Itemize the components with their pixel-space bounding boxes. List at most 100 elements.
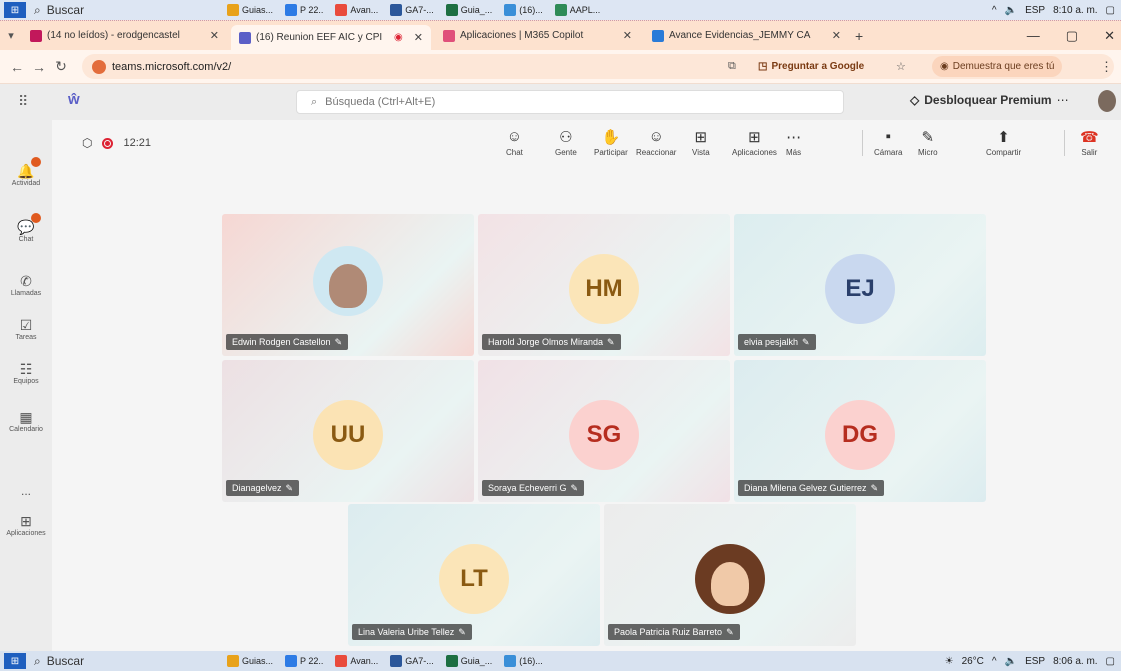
react-button[interactable]: ☺ Reaccionar [636, 128, 676, 157]
taskbar-search[interactable]: ⌕ Buscar [34, 654, 184, 669]
rail-item-label: ... [20, 484, 31, 498]
rail-item-chat[interactable]: 💬 Chat [0, 213, 52, 243]
taskbar-app[interactable]: (16)... [501, 653, 546, 669]
mic-off-icon: ✎ [802, 336, 810, 347]
taskbar-app[interactable]: AAPL... [552, 2, 604, 18]
browser-tab[interactable]: (14 no leídos) - erodgencastel ✕ [22, 25, 227, 47]
taskbar-apps: Guias... P 22.. Avan... GA7-... Guia_... (16)… [224, 2, 603, 18]
notifications-icon[interactable]: ▢ [1106, 656, 1115, 667]
taskbar-app[interactable]: (16)... [501, 2, 546, 18]
taskbar-app[interactable]: Avan... [332, 2, 381, 18]
chevron-up-icon[interactable]: ^ [992, 5, 997, 16]
weather-icon[interactable]: ☀ [945, 656, 954, 667]
browser-tab[interactable]: Aplicaciones | M365 Copilot ✕ [435, 25, 640, 47]
forward-icon[interactable]: → [28, 59, 50, 75]
view-button[interactable]: ⊞ Vista [692, 128, 710, 157]
taskbar-app-label: GA7-... [405, 656, 434, 666]
close-tab-icon[interactable]: ✕ [414, 31, 423, 44]
rail-item-teams[interactable]: ☷ Equipos [0, 360, 52, 386]
notifications-icon[interactable]: ▢ [1106, 5, 1115, 16]
taskbar-app[interactable]: P 22.. [282, 2, 326, 18]
browser-menu-icon[interactable]: ⋮ [1100, 59, 1113, 75]
rail-item-more[interactable]: ... [0, 466, 52, 498]
more-icon[interactable]: ⋯ [1057, 93, 1069, 107]
site-info-icon[interactable] [92, 59, 106, 74]
participant-tile[interactable]: EJ elvia pesjalkh ✎ [734, 214, 986, 356]
clock[interactable]: 8:06 a. m. [1053, 656, 1097, 667]
participant-name: Harold Jorge Olmos Miranda [488, 337, 604, 347]
people-button[interactable]: ⚇ Gente [555, 128, 577, 157]
leave-button[interactable]: ☎ Salir [1080, 128, 1099, 157]
windows-start-icon[interactable]: ⊞ [4, 2, 26, 18]
taskbar-app[interactable]: Guias... [224, 2, 276, 18]
camera-button[interactable]: ▪ Cámara [874, 128, 902, 157]
more-button[interactable]: ⋯ Más [786, 128, 801, 157]
maximize-icon[interactable]: ▢ [1066, 28, 1078, 44]
minimize-icon[interactable]: — [1027, 28, 1040, 44]
rail-item-calendar[interactable]: ▦ Calendario [0, 408, 52, 434]
participant-tile[interactable]: LT Lina Valeria Uribe Tellez ✎ [348, 504, 600, 646]
taskbar-app[interactable]: GA7-... [387, 653, 437, 669]
participant-tile[interactable]: DG Diana Milena Gelvez Gutierrez ✎ [734, 360, 986, 502]
participant-tile[interactable]: Edwin Rodgen Castellon ✎ [222, 214, 474, 356]
rail-item-apps[interactable]: ⊞ Aplicaciones [0, 512, 52, 538]
rail-item-tasks[interactable]: ☑ Tareas [0, 316, 52, 342]
mic-off-icon: ✎ [458, 626, 466, 637]
participant-tile[interactable]: Paola Patricia Ruiz Barreto ✎ [604, 504, 856, 646]
tool-label: Más [786, 148, 802, 157]
rail-item-bell[interactable]: 🔔 Actividad [0, 157, 52, 187]
taskbar-app[interactable]: Guia_... [443, 2, 496, 18]
browser-tab[interactable]: Avance Evidencias_JEMMY CA ✕ [644, 25, 849, 47]
clock[interactable]: 8:10 a. m. [1053, 5, 1097, 16]
volume-icon[interactable]: 🔈 [1005, 656, 1017, 667]
chevron-up-icon[interactable]: ^ [992, 656, 997, 667]
raise-hand-button[interactable]: ✋ Participar [594, 128, 628, 157]
user-avatar[interactable] [1098, 90, 1116, 112]
language-indicator[interactable]: ESP [1025, 656, 1045, 667]
taskbar-app-label: (16)... [519, 5, 543, 15]
participant-avatar: LT [439, 544, 509, 614]
taskbar-app[interactable]: Guia_... [443, 653, 496, 669]
cast-icon[interactable]: ⧉ [728, 60, 736, 73]
taskbar-app[interactable]: P 22.. [282, 653, 326, 669]
close-icon[interactable]: ✕ [1104, 28, 1115, 44]
unlock-premium-button[interactable]: ◇ Desbloquear Premium ⋯ [910, 93, 1069, 107]
back-icon[interactable]: ← [6, 59, 28, 75]
participant-name-tag: Soraya Echeverri G ✎ [482, 480, 585, 496]
participant-tile[interactable]: HM Harold Jorge Olmos Miranda ✎ [478, 214, 730, 356]
participant-tile[interactable]: SG Soraya Echeverri G ✎ [478, 360, 730, 502]
teams-icon: ☷ [19, 360, 33, 377]
teams-search-input[interactable]: ⌕ Búsqueda (Ctrl+Alt+E) [296, 90, 844, 114]
close-tab-icon[interactable]: ✕ [832, 29, 841, 42]
ask-google-button[interactable]: ◳ Preguntar a Google [750, 56, 872, 77]
app-icon [445, 4, 458, 16]
taskbar-search[interactable]: ⌕ Buscar [34, 3, 184, 18]
close-tab-icon[interactable]: ✕ [623, 29, 632, 42]
app-launcher-icon[interactable]: ⠿ [18, 93, 28, 110]
chat-button[interactable]: ☺ Chat [506, 128, 523, 157]
close-tab-icon[interactable]: ✕ [210, 29, 219, 42]
share-button[interactable]: ⬆ Compartir [986, 128, 1021, 157]
taskbar-app[interactable]: Avan... [332, 653, 381, 669]
participant-tile[interactable]: UU Dianagelvez ✎ [222, 360, 474, 502]
volume-icon[interactable]: 🔈 [1005, 5, 1017, 16]
reload-icon[interactable]: ↻ [50, 58, 72, 75]
new-tab-button[interactable]: + [855, 28, 863, 44]
weather-temp[interactable]: 26°C [962, 656, 984, 667]
apps-button[interactable]: ⊞ Aplicaciones [732, 128, 777, 157]
participant-initials: DG [842, 421, 878, 448]
taskbar-app[interactable]: GA7-... [387, 2, 437, 18]
profile-button[interactable]: ◉ Demuestra que eres tú [932, 56, 1063, 77]
mic-button[interactable]: ✎ Micro [918, 128, 938, 157]
tab-search-icon[interactable]: ▾ [0, 29, 22, 42]
language-indicator[interactable]: ESP [1025, 5, 1045, 16]
app-icon [285, 655, 298, 667]
rail-item-phone[interactable]: ✆ Llamadas [0, 272, 52, 298]
taskbar-app[interactable]: Guias... [224, 653, 276, 669]
bookmark-star-icon[interactable]: ☆ [896, 60, 906, 73]
url-field[interactable]: teams.microsoft.com/v2/ ⧉ ◳ Preguntar a … [82, 54, 1114, 79]
app-icon [285, 4, 298, 16]
windows-start-icon[interactable]: ⊞ [4, 653, 26, 669]
browser-tab[interactable]: (16) Reunion EEF AIC y CPI ◉ ✕ [231, 24, 431, 51]
app-icon [504, 655, 517, 667]
